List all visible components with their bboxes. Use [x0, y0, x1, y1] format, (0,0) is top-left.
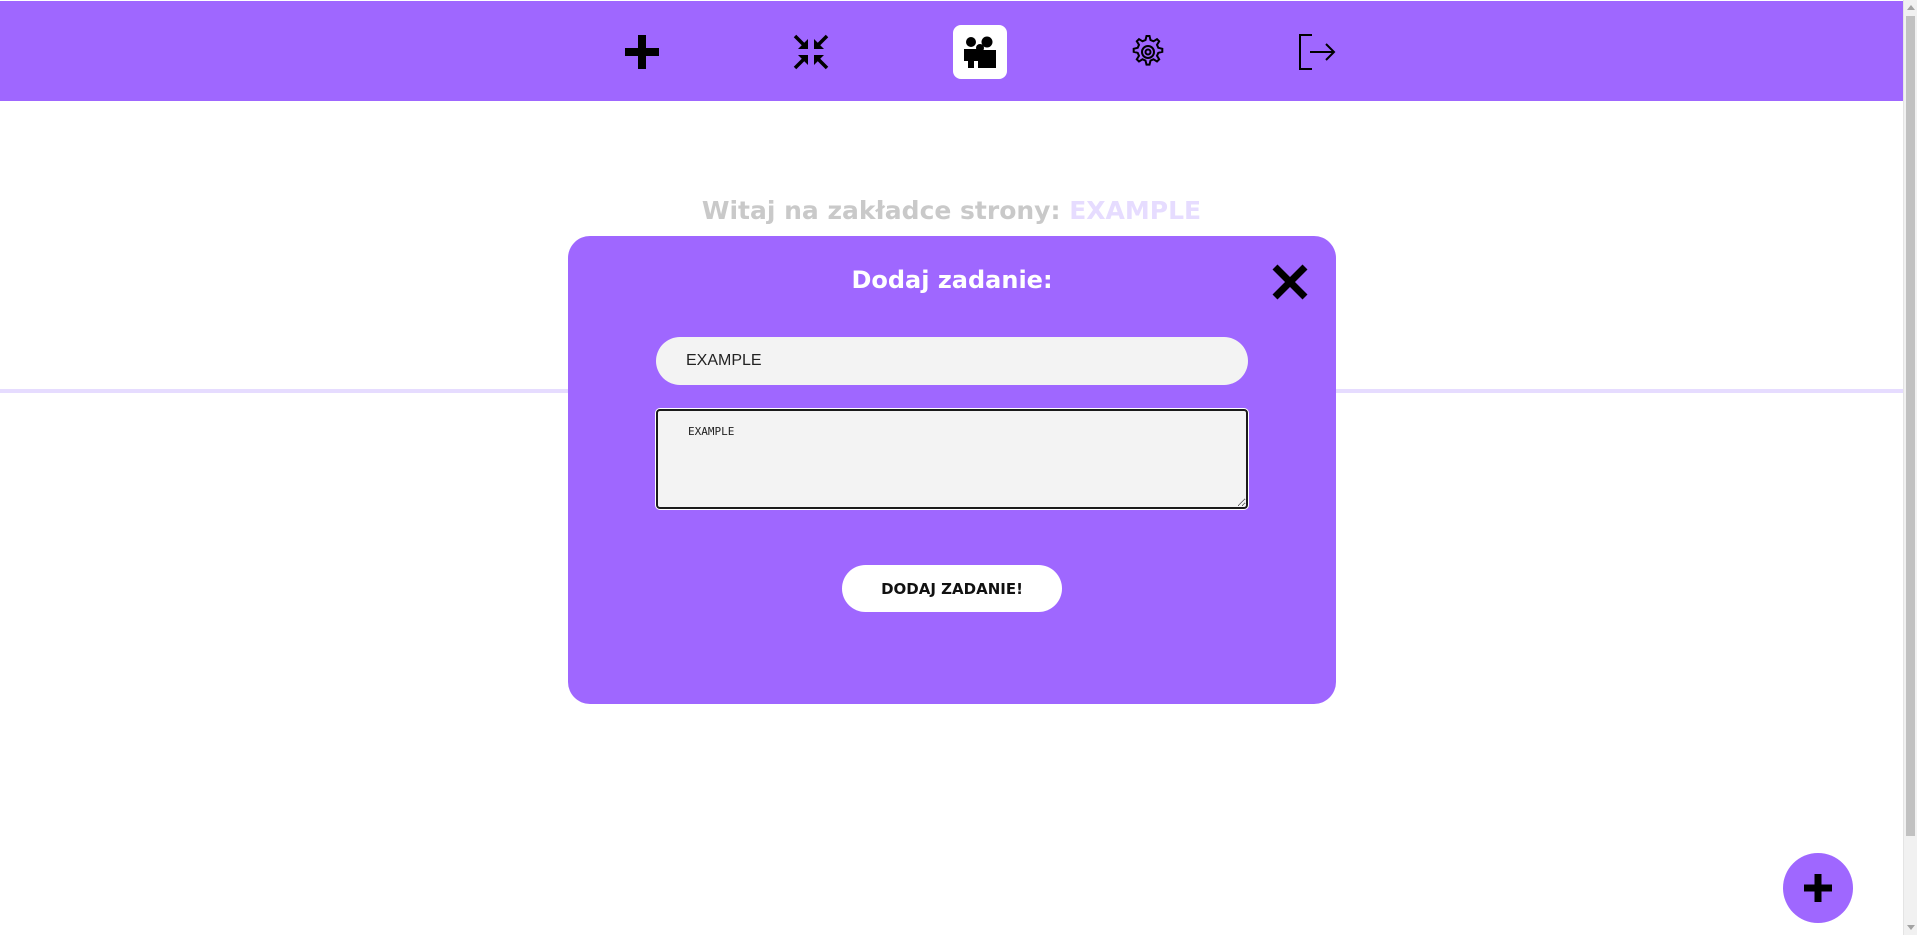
- scrollbar-thumb[interactable]: [1906, 16, 1915, 836]
- add-nav-button[interactable]: [615, 25, 669, 79]
- vertical-scrollbar[interactable]: [1903, 0, 1917, 935]
- site-name: EXAMPLE: [1069, 196, 1202, 225]
- welcome-prefix: Witaj na zakładce strony:: [701, 196, 1070, 225]
- add-task-modal: Dodaj zadanie: EXAMPLE DODAJ ZADANIE!: [568, 236, 1336, 704]
- add-task-submit-button[interactable]: DODAJ ZADANIE!: [842, 565, 1062, 612]
- floating-add-button[interactable]: [1783, 853, 1853, 923]
- users-group-icon: [964, 36, 996, 68]
- plus-icon: [1804, 874, 1832, 902]
- modal-title: Dodaj zadanie:: [851, 266, 1053, 294]
- collapse-arrows-icon: [793, 34, 829, 70]
- settings-nav-button[interactable]: [1121, 25, 1175, 79]
- page: Witaj na zakładce strony: EXAMPLE Dodaj …: [0, 0, 1917, 935]
- task-title-input[interactable]: [656, 337, 1248, 385]
- gear-icon: [1132, 35, 1164, 66]
- scroll-down-arrow-icon[interactable]: [1907, 925, 1915, 930]
- team-nav-button[interactable]: [953, 25, 1007, 79]
- top-navbar: [0, 1, 1903, 101]
- task-description-textarea[interactable]: EXAMPLE: [656, 409, 1248, 509]
- close-modal-button[interactable]: [1270, 262, 1310, 302]
- collapse-nav-button[interactable]: [784, 25, 838, 79]
- scroll-up-arrow-icon[interactable]: [1907, 5, 1915, 10]
- logout-nav-button[interactable]: [1290, 25, 1344, 79]
- close-icon: [1272, 264, 1308, 300]
- logout-icon: [1299, 34, 1336, 70]
- plus-icon: [625, 35, 659, 69]
- welcome-heading: Witaj na zakładce strony: EXAMPLE: [0, 196, 1903, 225]
